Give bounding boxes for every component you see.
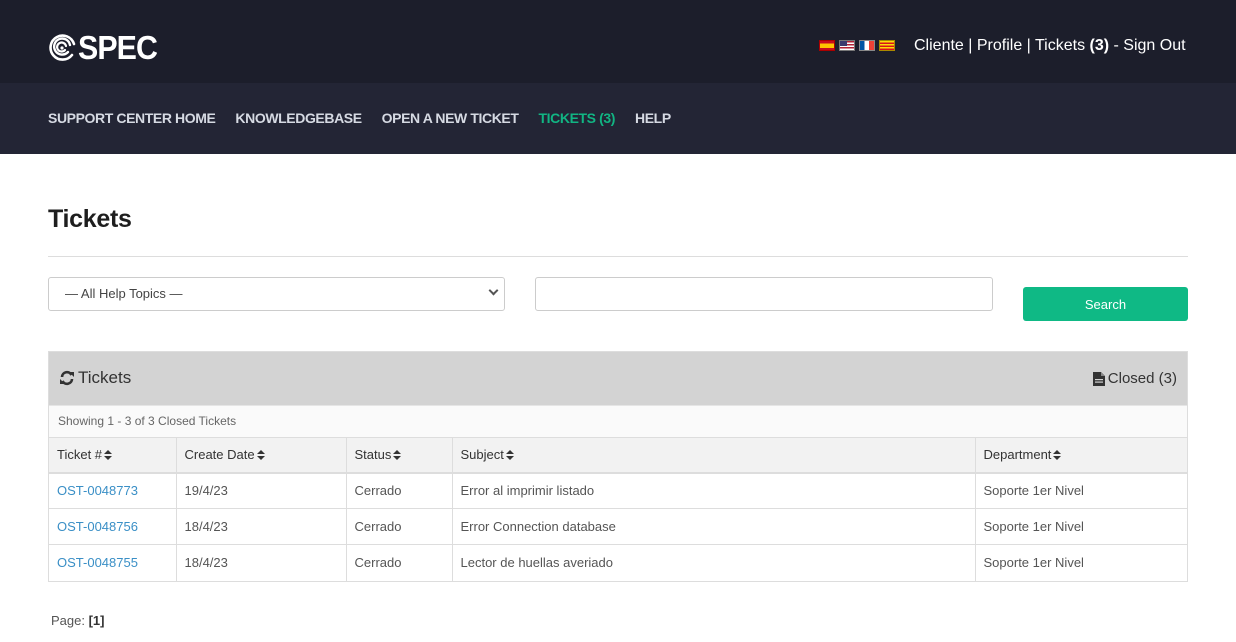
column-label: Status bbox=[354, 447, 392, 463]
panel-title[interactable]: Tickets bbox=[59, 368, 131, 388]
tickets-link[interactable]: Tickets (3) bbox=[1035, 37, 1109, 54]
column-header-ticket-number[interactable]: Ticket # bbox=[49, 437, 177, 474]
nav-support-center-home[interactable]: SUPPORT CENTER HOME bbox=[48, 109, 216, 127]
showing-summary: Showing 1 - 3 of 3 Closed Tickets bbox=[49, 405, 1187, 437]
separator: - bbox=[1109, 37, 1124, 54]
ticket-link[interactable]: OST-0048756 bbox=[57, 519, 138, 534]
sort-icon bbox=[393, 449, 402, 460]
table-header-row: Ticket # Create Date Status Subject Depa… bbox=[49, 437, 1187, 474]
cell-department: Soporte 1er Nivel bbox=[975, 508, 1187, 545]
panel-header: Tickets Closed (3) bbox=[49, 352, 1187, 405]
table-row: OST-0048756 18/4/23 Cerrado Error Connec… bbox=[49, 508, 1187, 545]
column-header-subject[interactable]: Subject bbox=[452, 437, 976, 474]
closed-count-label: Closed (3) bbox=[1107, 370, 1177, 387]
tickets-link-label: Tickets bbox=[1034, 37, 1090, 54]
file-icon bbox=[1092, 371, 1105, 386]
column-label: Create Date bbox=[184, 447, 255, 463]
column-header-create-date[interactable]: Create Date bbox=[176, 437, 347, 474]
cell-department: Soporte 1er Nivel bbox=[983, 555, 1084, 571]
column-label: Department bbox=[983, 447, 1052, 463]
language-flags bbox=[819, 40, 895, 51]
cell-create-date: 18/4/23 bbox=[176, 508, 347, 545]
sort-icon bbox=[1053, 449, 1062, 460]
sort-icon bbox=[104, 449, 113, 460]
column-label: Subject bbox=[460, 447, 504, 463]
sort-icon bbox=[256, 449, 265, 460]
flag-spanish-icon[interactable] bbox=[819, 40, 835, 51]
cell-subject: Error al imprimir listado bbox=[452, 472, 976, 509]
cell-ticket-number: OST-0048756 bbox=[49, 508, 177, 545]
cell-status: Cerrado bbox=[346, 472, 453, 509]
closed-tickets-link[interactable]: Closed (3) bbox=[1092, 370, 1177, 387]
ticket-link[interactable]: OST-0048755 bbox=[57, 555, 138, 570]
nav-help[interactable]: HELP bbox=[635, 109, 671, 127]
refresh-icon bbox=[60, 370, 74, 386]
flag-english-icon[interactable] bbox=[839, 40, 855, 51]
help-topic-selected: — All Help Topics — bbox=[65, 286, 183, 301]
title-divider bbox=[48, 256, 1188, 257]
flag-catalan-icon[interactable] bbox=[879, 40, 895, 51]
separator: | bbox=[963, 37, 977, 54]
nav-open-new-ticket[interactable]: OPEN A NEW TICKET bbox=[382, 109, 519, 127]
tickets-table: Ticket # Create Date Status Subject Depa… bbox=[49, 437, 1187, 581]
tickets-count: (3) bbox=[1089, 37, 1110, 54]
separator: | bbox=[1022, 37, 1035, 54]
pagination: Page: [1] bbox=[51, 613, 104, 628]
logo[interactable]: SPEC bbox=[48, 30, 164, 66]
search-button[interactable]: Search bbox=[1023, 287, 1188, 321]
main-nav: SUPPORT CENTER HOME KNOWLEDGEBASE OPEN A… bbox=[48, 109, 671, 127]
sort-icon bbox=[505, 449, 514, 460]
search-input[interactable] bbox=[535, 277, 993, 311]
ticket-link[interactable]: OST-0048773 bbox=[57, 483, 138, 498]
current-page[interactable]: [1] bbox=[89, 613, 105, 628]
cell-ticket-number: OST-0048755 bbox=[49, 544, 177, 581]
cell-ticket-number: OST-0048773 bbox=[49, 472, 177, 509]
cell-status: Cerrado bbox=[346, 508, 453, 545]
logo-text: SPEC bbox=[78, 29, 158, 66]
table-row: OST-0048773 19/4/23 Cerrado Error al imp… bbox=[49, 472, 1187, 509]
cell-subject: Error Connection database bbox=[452, 508, 976, 545]
cell-status: Cerrado bbox=[346, 544, 453, 581]
column-label: Ticket # bbox=[57, 447, 103, 463]
nav-knowledgebase[interactable]: KNOWLEDGEBASE bbox=[235, 109, 362, 127]
cell-create-date: 18/4/23 bbox=[176, 544, 347, 581]
profile-link[interactable]: Profile bbox=[977, 37, 1022, 54]
sign-out-link[interactable]: Sign Out bbox=[1123, 37, 1185, 54]
user-links: Cliente | Profile | Tickets (3) - Sign O… bbox=[914, 36, 1186, 56]
chevron-down-icon bbox=[488, 285, 499, 296]
top-header: SPEC Cliente | Profile | Tickets (3) - S… bbox=[0, 0, 1236, 83]
help-topic-select[interactable]: — All Help Topics — bbox=[48, 277, 505, 311]
page-title: Tickets bbox=[48, 205, 132, 233]
logo-spiral-icon bbox=[49, 34, 76, 61]
column-header-status[interactable]: Status bbox=[346, 437, 453, 474]
cell-department: Soporte 1er Nivel bbox=[975, 472, 1187, 509]
tickets-panel: Tickets Closed (3) Showing 1 - 3 of 3 Cl… bbox=[48, 351, 1188, 582]
panel-title-text: Tickets bbox=[78, 368, 132, 387]
user-name: Cliente bbox=[914, 37, 964, 54]
column-header-department[interactable]: Department bbox=[975, 437, 1187, 474]
nav-tickets[interactable]: TICKETS (3) bbox=[539, 109, 616, 127]
flag-french-icon[interactable] bbox=[859, 40, 875, 51]
cell-create-date: 19/4/23 bbox=[176, 472, 347, 509]
cell-subject: Lector de huellas averiado bbox=[452, 544, 976, 581]
page-label: Page: bbox=[51, 613, 89, 628]
table-row: OST-0048755 18/4/23 Cerrado Lector de hu… bbox=[49, 544, 1187, 581]
